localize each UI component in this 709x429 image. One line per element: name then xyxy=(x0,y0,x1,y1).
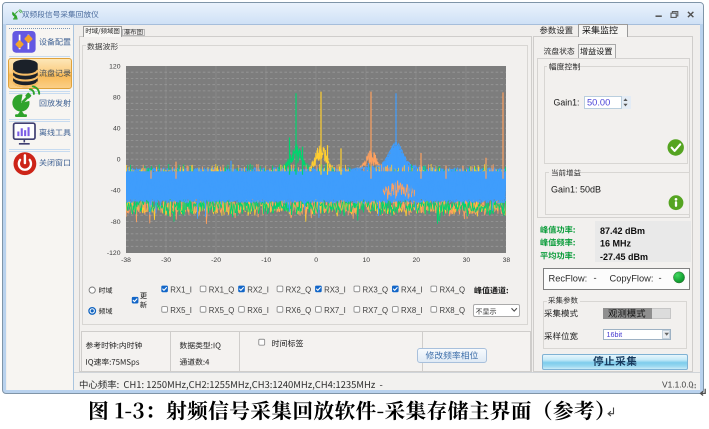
svg-text:20: 20 xyxy=(413,257,421,264)
svg-text:RX5_Q: RX5_Q xyxy=(209,306,235,315)
svg-text:RX4_Q: RX4_Q xyxy=(439,286,465,295)
svg-text:RecFlow:: RecFlow: xyxy=(549,273,588,283)
svg-text:RX8_Q: RX8_Q xyxy=(439,306,465,315)
svg-text:120: 120 xyxy=(109,63,121,70)
svg-text:RX6_Q: RX6_Q xyxy=(286,306,312,315)
svg-text:-: - xyxy=(659,273,662,283)
svg-text:-38: -38 xyxy=(121,257,131,264)
svg-text:CopyFlow:: CopyFlow: xyxy=(610,273,654,283)
svg-text:RX8_I: RX8_I xyxy=(401,306,423,315)
svg-text:Gain1: 50dB: Gain1: 50dB xyxy=(551,185,601,195)
svg-text:RX7_Q: RX7_Q xyxy=(363,306,389,315)
svg-text:RX5_I: RX5_I xyxy=(170,306,192,315)
svg-text:-27.45 dBm: -27.45 dBm xyxy=(600,252,648,262)
svg-text:16 MHz: 16 MHz xyxy=(600,239,632,249)
svg-text:0: 0 xyxy=(117,157,121,164)
svg-text:30: 30 xyxy=(463,257,471,264)
svg-text:RX6_I: RX6_I xyxy=(247,306,269,315)
svg-text:40: 40 xyxy=(113,126,121,133)
svg-text:10: 10 xyxy=(363,257,371,264)
svg-text:0: 0 xyxy=(314,257,318,264)
svg-text:-30: -30 xyxy=(161,257,171,264)
svg-text:Gain1:: Gain1: xyxy=(554,98,580,108)
svg-text:50.00: 50.00 xyxy=(587,97,610,107)
svg-text:-10: -10 xyxy=(261,257,271,264)
svg-text:RX2_I: RX2_I xyxy=(247,286,269,295)
svg-text:-20: -20 xyxy=(211,257,221,264)
svg-text:RX1_Q: RX1_Q xyxy=(209,286,235,295)
svg-text:RX2_Q: RX2_Q xyxy=(286,286,312,295)
svg-text:-120: -120 xyxy=(107,250,121,257)
svg-text:38: 38 xyxy=(503,257,511,264)
svg-text:-: - xyxy=(594,273,597,283)
svg-text:RX4_I: RX4_I xyxy=(401,286,423,295)
svg-text:V1.1.0.0: V1.1.0.0 xyxy=(662,379,694,389)
svg-text:16bit: 16bit xyxy=(607,330,623,339)
svg-text:-80: -80 xyxy=(111,219,121,226)
svg-text:RX3_I: RX3_I xyxy=(324,286,346,295)
svg-text:RX7_I: RX7_I xyxy=(324,306,346,315)
svg-text:-40: -40 xyxy=(111,188,121,195)
svg-text:RX1_I: RX1_I xyxy=(170,286,192,295)
svg-text:RX3_Q: RX3_Q xyxy=(363,286,389,295)
svg-text:87.42 dBm: 87.42 dBm xyxy=(600,226,645,236)
svg-text:80: 80 xyxy=(113,95,121,102)
